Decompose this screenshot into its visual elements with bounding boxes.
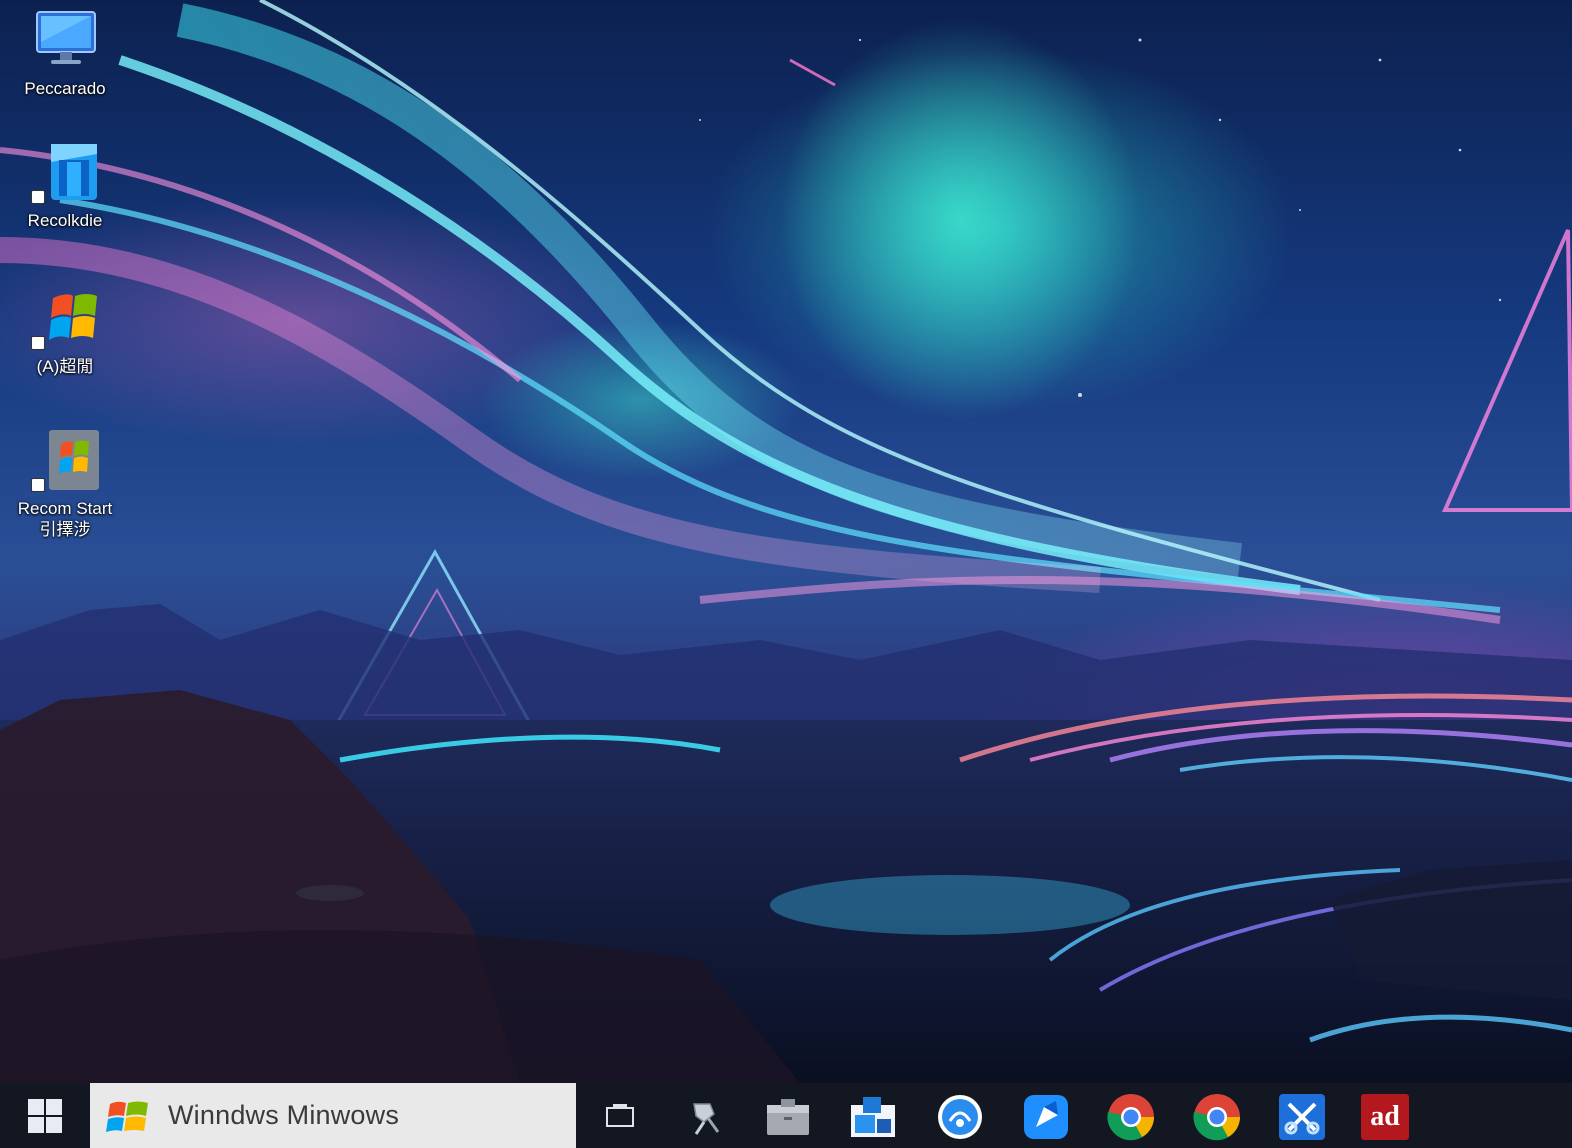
taskbar-app-snip-tool[interactable] xyxy=(1277,1092,1327,1142)
shortcut-arrow-icon xyxy=(31,478,45,492)
windows-logo-icon xyxy=(29,286,101,352)
pin-tool-icon xyxy=(693,1103,720,1135)
desktop-icon-2[interactable]: (A)超閒 xyxy=(10,286,120,377)
taskbar-app-pin-tool[interactable] xyxy=(678,1092,728,1142)
windows-flag-icon xyxy=(106,1101,148,1132)
shortcut-arrow-icon xyxy=(31,190,45,204)
file-cabinet-icon xyxy=(767,1099,809,1135)
windows-start-icon xyxy=(28,1098,62,1133)
monitor-icon xyxy=(29,8,101,74)
windows-logo-grey-icon xyxy=(29,428,101,494)
desktop-icon-label: Peccarado xyxy=(24,79,106,98)
desktop-icon-1[interactable]: Recolkdie xyxy=(10,140,120,231)
taskbar-app-file-cabinet[interactable] xyxy=(763,1092,813,1142)
taskbar-search-box[interactable]: Winndws Minwows xyxy=(90,1083,576,1148)
shortcut-arrow-icon xyxy=(31,336,45,350)
desktop-icon-0[interactable]: Peccarado xyxy=(10,8,120,99)
blue-circle-app-icon xyxy=(938,1095,982,1139)
wallpaper-art xyxy=(0,0,1572,1083)
red-app-icon: ad xyxy=(1361,1094,1409,1140)
blue-arrow-app-icon xyxy=(1024,1095,1068,1139)
blue-window-icon xyxy=(851,1097,895,1137)
desktop-icon-label: Recolkdie xyxy=(27,211,103,230)
taskbar-app-task-view[interactable] xyxy=(595,1092,645,1142)
taskbar-app-chrome-1[interactable] xyxy=(1106,1092,1156,1142)
taskbar-app-chrome-2[interactable] xyxy=(1192,1092,1242,1142)
desktop-wallpaper xyxy=(0,0,1572,1083)
taskbar-app-blue-arrow[interactable] xyxy=(1021,1092,1071,1142)
desktop-icon-label: Recom Start 引擇涉 xyxy=(17,499,113,539)
chrome-icon xyxy=(1193,1094,1240,1141)
start-button[interactable] xyxy=(0,1083,90,1148)
folder-blue-icon xyxy=(29,140,101,206)
taskbar-app-red[interactable]: ad xyxy=(1360,1092,1410,1142)
taskbar-app-blue-circle[interactable] xyxy=(935,1092,985,1142)
task-view-icon xyxy=(606,1104,634,1127)
desktop-icon-label: (A)超閒 xyxy=(36,357,94,376)
search-box-text: Winndws Minwows xyxy=(168,1100,400,1130)
desktop-icon-3[interactable]: Recom Start 引擇涉 xyxy=(10,428,120,540)
snip-tool-icon xyxy=(1279,1094,1325,1140)
red-app-icon-text: ad xyxy=(1370,1101,1400,1132)
taskbar-app-blue-window[interactable] xyxy=(848,1092,898,1142)
chrome-icon xyxy=(1107,1094,1154,1141)
